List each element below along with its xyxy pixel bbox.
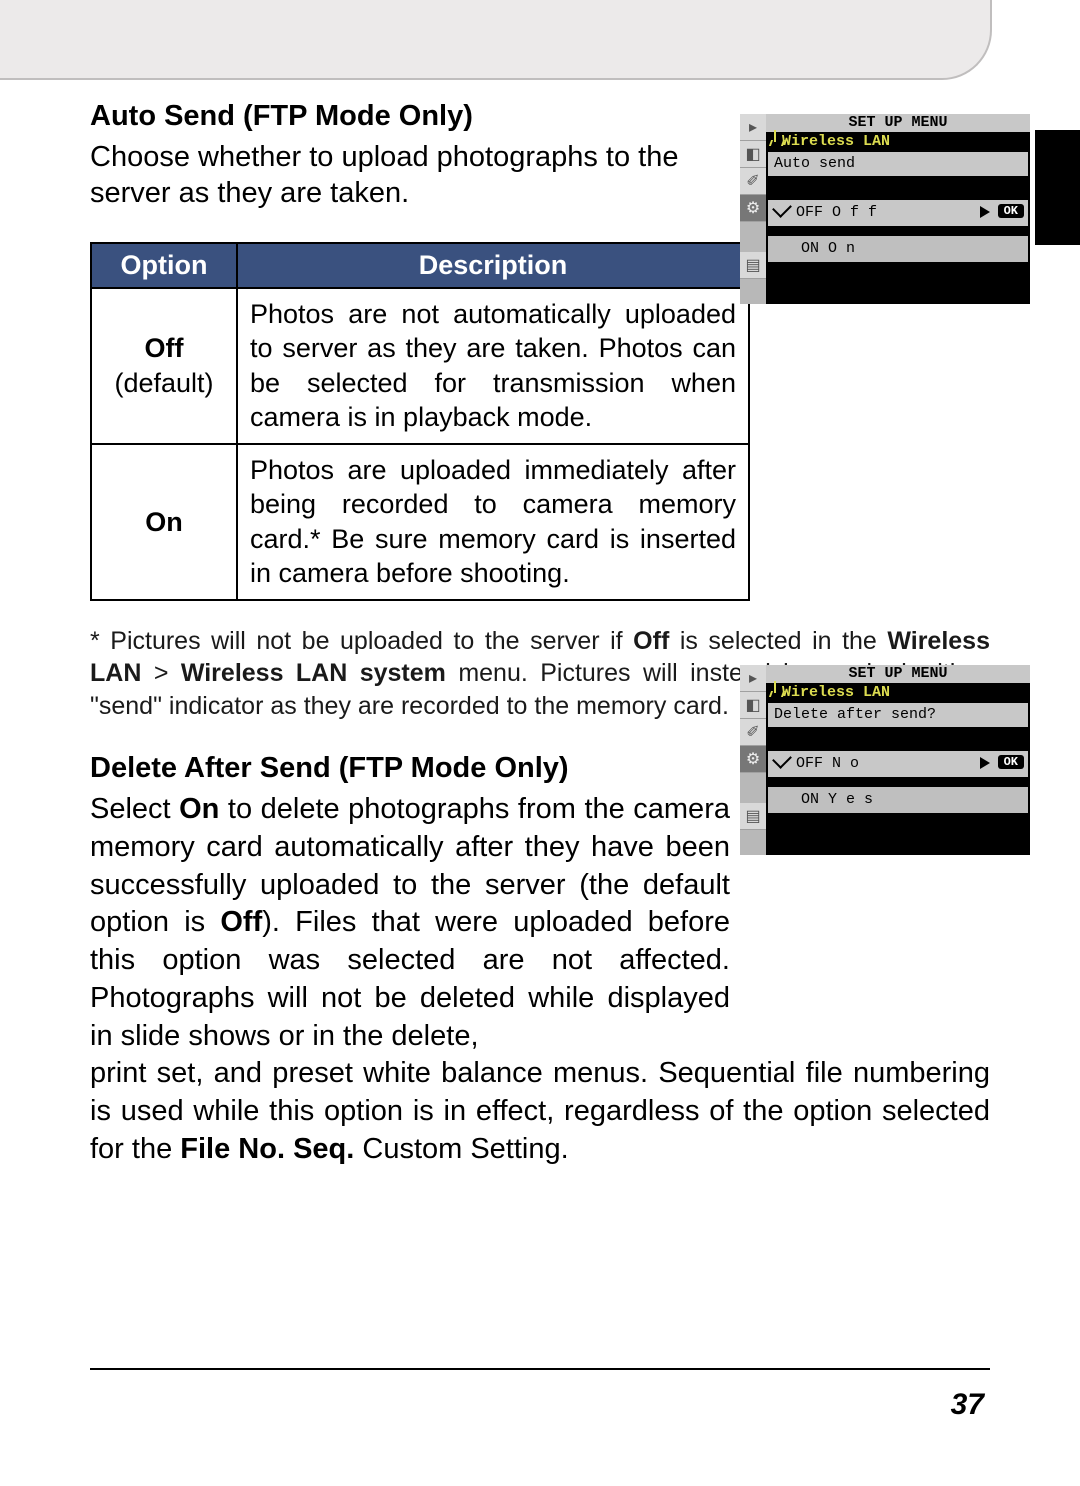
lcd-sidebar: ▸ ◧ ✐ ⚙ ▤ <box>740 665 766 855</box>
play-icon: ▸ <box>740 114 766 141</box>
page-content: Auto Send (FTP Mode Only) Choose whether… <box>90 100 990 1168</box>
lcd-sidebar: ▸ ◧ ✐ ⚙ ▤ <box>740 114 766 304</box>
delete-after-send-p2: print set, and preset white balance menu… <box>90 1055 990 1168</box>
lcd-breadcrumb: Wireless LAN <box>768 683 1028 703</box>
triangle-icon <box>980 206 990 218</box>
page-number: 37 <box>951 1388 984 1422</box>
th-description: Description <box>237 243 749 288</box>
play-icon: ▸ <box>740 665 766 692</box>
antenna-icon <box>768 132 782 146</box>
table-row: Off (default) Photos are not automatical… <box>91 288 749 444</box>
options-table: Option Description Off (default) Photos … <box>90 242 750 601</box>
option-on-cell: On <box>91 444 237 600</box>
lcd-option-no: OFF N o OK <box>768 751 1028 777</box>
table-row: On Photos are uploaded immediately after… <box>91 444 749 600</box>
camera-lcd-delete-after-send: ▸ ◧ ✐ ⚙ ▤ SET UP MENU Wireless LAN Delet… <box>740 665 1030 855</box>
lcd-option-off: OFF O f f OK <box>768 200 1028 226</box>
camera-icon: ◧ <box>740 692 766 719</box>
pencil-icon: ✐ <box>740 719 766 746</box>
setup-icon: ⚙ <box>740 195 766 222</box>
card-icon: ▤ <box>740 252 766 279</box>
card-icon: ▤ <box>740 803 766 830</box>
intro-auto-send: Choose whether to upload photographs to … <box>90 139 730 212</box>
lcd-title: SET UP MENU <box>766 665 1030 683</box>
lcd-menu-header: Delete after send? <box>768 703 1028 727</box>
camera-icon: ◧ <box>740 141 766 168</box>
lcd-title: SET UP MENU <box>766 114 1030 132</box>
lcd-option-on: ON O n <box>768 236 1028 262</box>
lcd-breadcrumb: Wireless LAN <box>768 132 1028 152</box>
setup-icon: ⚙ <box>740 746 766 773</box>
pencil-icon: ✐ <box>740 168 766 195</box>
camera-lcd-auto-send: ▸ ◧ ✐ ⚙ ▤ SET UP MENU Wireless LAN Auto … <box>740 114 1030 304</box>
ok-badge: OK <box>998 755 1024 769</box>
option-off-cell: Off (default) <box>91 288 237 444</box>
check-icon <box>772 749 792 769</box>
th-option: Option <box>91 243 237 288</box>
delete-after-send-p1: Select On to delete photographs from the… <box>90 791 730 1055</box>
triangle-icon <box>980 757 990 769</box>
desc-off-cell: Photos are not automatically uploaded to… <box>237 288 749 444</box>
footer-rule <box>90 1368 990 1370</box>
side-tab-marker <box>1035 130 1080 245</box>
lcd-option-yes: ON Y e s <box>768 787 1028 813</box>
desc-on-cell: Photos are uploaded immediately after be… <box>237 444 749 600</box>
check-icon <box>772 198 792 218</box>
ok-badge: OK <box>998 204 1024 218</box>
page-top-banner <box>0 0 992 80</box>
antenna-icon <box>768 683 782 697</box>
lcd-menu-header: Auto send <box>768 152 1028 176</box>
